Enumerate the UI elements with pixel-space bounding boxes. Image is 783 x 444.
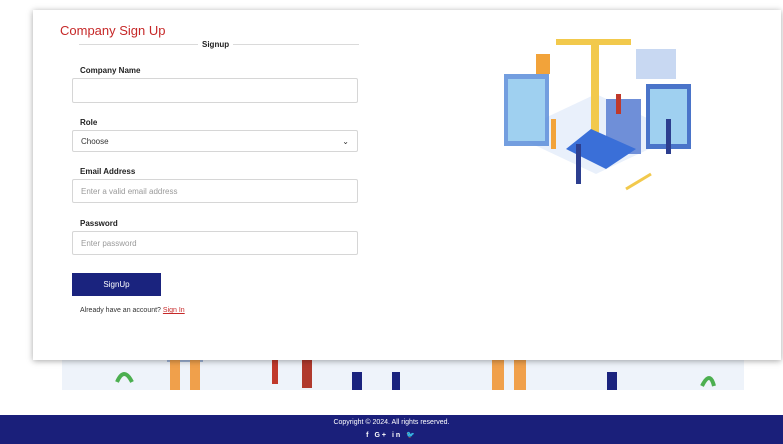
google-plus-icon[interactable]: G+ [374,432,388,439]
footer: Copyright © 2024. All rights reserved. f… [0,415,783,444]
email-placeholder: Enter a valid email address [81,186,178,196]
password-field[interactable]: Enter password [72,231,358,255]
chevron-down-icon: ⌄ [342,136,349,146]
linkedin-icon[interactable]: in [392,432,402,439]
email-label: Email Address [80,167,136,176]
copyright-text: Copyright © 2024. All rights reserved. [333,419,450,426]
have-account-text: Already have an account? [80,307,161,314]
page-title: Company Sign Up [60,23,166,38]
signup-card: Company Sign Up Signup Company Name Role… [33,10,781,360]
role-select[interactable]: Choose ⌄ [72,130,358,152]
facebook-icon[interactable]: f [366,432,370,439]
password-placeholder: Enter password [81,238,137,248]
role-label: Role [80,118,98,127]
company-name-label: Company Name [80,66,141,75]
tab-signup[interactable]: Signup [198,40,234,49]
twitter-icon[interactable]: 🐦 [406,432,417,439]
password-label: Password [80,219,118,228]
signup-button[interactable]: SignUp [72,273,161,296]
social-links: f G+ in 🐦 [0,431,783,439]
signin-link[interactable]: Sign In [163,307,185,314]
email-field[interactable]: Enter a valid email address [72,179,358,203]
isometric-construction-illustration [504,39,691,191]
role-selected-value: Choose [81,136,109,146]
company-name-field[interactable] [72,78,358,103]
signin-prompt: Already have an account? Sign In [80,307,185,314]
